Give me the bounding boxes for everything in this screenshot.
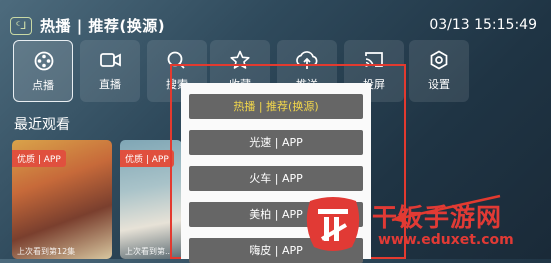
- nav-settings[interactable]: 设置: [409, 40, 469, 102]
- nav-vod[interactable]: 点播: [13, 40, 73, 102]
- quality-badge: 优质 | APP: [120, 150, 174, 167]
- gear-icon: [430, 50, 448, 70]
- nav-live-label: 直播: [99, 78, 121, 91]
- nav-settings-label: 设置: [428, 78, 450, 91]
- nav-live[interactable]: 直播: [80, 40, 140, 102]
- progress-caption: 上次看到第...: [125, 247, 173, 256]
- progress-caption: 上次看到第12集: [17, 247, 76, 256]
- source-option-hot[interactable]: 热播 | 推荐(换源): [189, 94, 363, 119]
- quality-badge: 优质 | APP: [12, 150, 66, 167]
- section-title: 最近观看: [14, 117, 70, 133]
- video-camera-icon: [100, 53, 121, 67]
- watermark-logo: [306, 197, 360, 251]
- source-option-huoche[interactable]: 火车 | APP: [189, 166, 363, 191]
- app-logo: ᑦᒧ: [10, 17, 32, 35]
- nav-vod-label: 点播: [32, 79, 54, 92]
- film-reel-icon: [34, 51, 54, 71]
- source-option-guangsu[interactable]: 光速 | APP: [189, 130, 363, 155]
- recent-item[interactable]: 优质 | APP 上次看到第12集: [12, 140, 112, 259]
- clock: 03/13 15:15:49: [429, 17, 537, 33]
- watermark-name: 干饭手游网: [372, 203, 503, 232]
- watermark-url: www.eduxet.com: [378, 232, 514, 248]
- page-title[interactable]: 热播 | 推荐(换源): [40, 15, 165, 36]
